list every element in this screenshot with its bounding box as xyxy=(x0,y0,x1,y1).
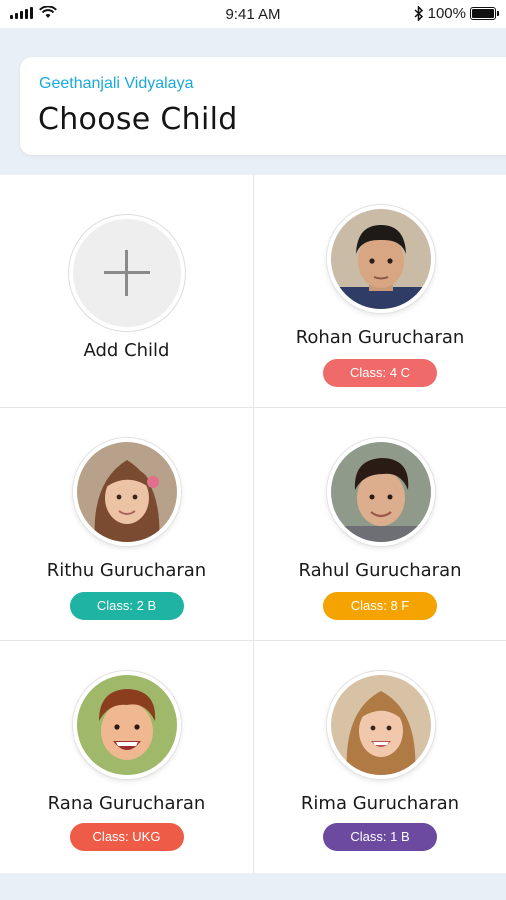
child-avatar xyxy=(327,205,435,313)
child-card-rahul[interactable]: Rahul Gurucharan Class: 8 F xyxy=(254,408,506,641)
add-child-label: Add Child xyxy=(83,340,170,361)
school-name: Geethanjali Vidyalaya xyxy=(39,75,194,92)
page-title: Choose Child xyxy=(38,102,238,137)
add-child-tile[interactable]: Add Child xyxy=(0,175,254,408)
status-right: 100% xyxy=(414,5,499,22)
child-avatar xyxy=(327,438,435,546)
children-grid: Add Child Rohan Gurucharan Class: 4 C Ri… xyxy=(0,175,506,873)
child-card-rohan[interactable]: Rohan Gurucharan Class: 4 C xyxy=(254,175,506,408)
child-name: Rima Gurucharan xyxy=(300,793,460,814)
class-badge: Class: 1 B xyxy=(323,823,437,851)
bluetooth-icon xyxy=(414,6,423,21)
class-badge: Class: 2 B xyxy=(69,592,184,620)
child-card-rima[interactable]: Rima Gurucharan Class: 1 B xyxy=(254,641,506,873)
class-badge: Class: UKG xyxy=(69,823,184,851)
child-name: Rithu Gurucharan xyxy=(46,560,207,581)
child-name: Rana Gurucharan xyxy=(47,793,206,814)
child-avatar xyxy=(73,671,181,779)
class-badge: Class: 8 F xyxy=(323,592,437,620)
class-badge: Class: 4 C xyxy=(323,359,437,387)
child-card-rana[interactable]: Rana Gurucharan Class: UKG xyxy=(0,641,254,873)
child-name: Rohan Gurucharan xyxy=(295,327,465,348)
add-child-button[interactable] xyxy=(73,219,181,327)
header-card: Geethanjali Vidyalaya Choose Child xyxy=(20,57,506,155)
child-card-rithu[interactable]: Rithu Gurucharan Class: 2 B xyxy=(0,408,254,641)
battery-percent: 100% xyxy=(427,5,466,22)
child-avatar xyxy=(327,671,435,779)
child-name: Rahul Gurucharan xyxy=(298,560,462,581)
status-bar: 9:41 AM 100% xyxy=(0,0,506,28)
child-avatar xyxy=(73,438,181,546)
battery-icon xyxy=(470,7,499,20)
bottom-background xyxy=(0,873,506,900)
